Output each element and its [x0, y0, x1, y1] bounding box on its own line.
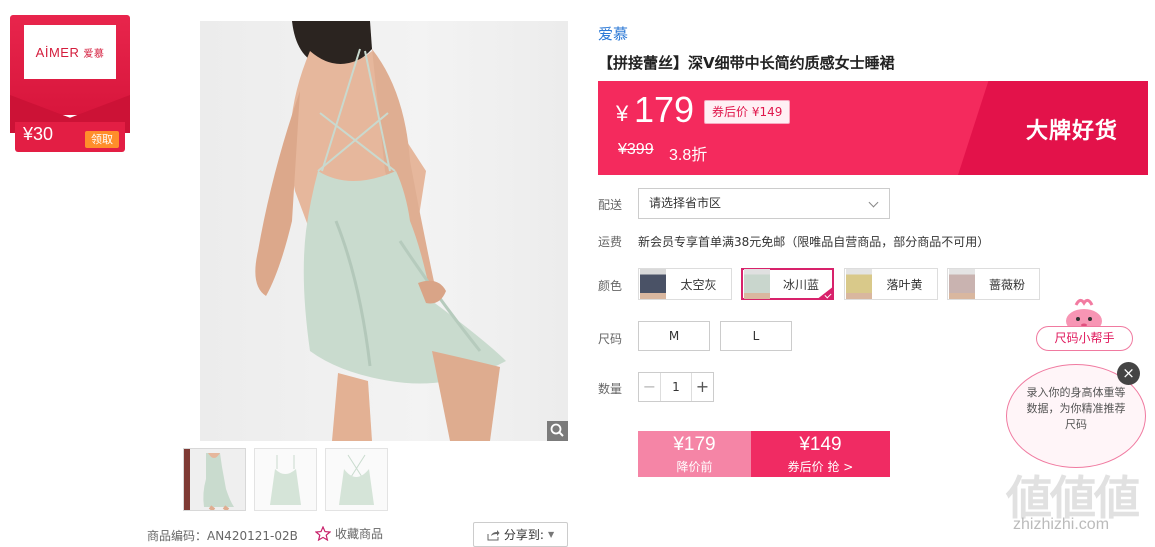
coupon-amount: ¥30	[23, 124, 54, 144]
buy-after-price: ¥149	[799, 434, 842, 455]
color-option-rose-pink[interactable]: 蔷薇粉	[947, 268, 1040, 300]
quantity-value[interactable]: 1	[661, 373, 691, 401]
quantity-label: 数量	[598, 382, 623, 396]
color-option-label: 太空灰	[680, 277, 717, 292]
original-price: ¥399	[618, 141, 654, 158]
current-price: 179	[634, 89, 695, 130]
quantity-decrease-button[interactable]: −	[639, 373, 661, 401]
zoom-button[interactable]	[547, 421, 568, 441]
favorite-button[interactable]: 收藏商品	[315, 525, 383, 542]
delivery-region-select[interactable]: 请选择省市区	[638, 188, 890, 219]
color-swatch	[640, 269, 666, 299]
thumbnail-image	[184, 449, 245, 512]
favorite-label: 收藏商品	[335, 527, 384, 541]
thumbnail-dress-back[interactable]	[325, 448, 388, 511]
share-dropdown[interactable]: 分享到: ▼	[473, 522, 568, 547]
thumbnail-model-back[interactable]	[183, 448, 246, 512]
color-option-glacier-blue[interactable]: 冰川蓝	[741, 268, 834, 300]
color-option-label: 冰川蓝	[782, 277, 819, 292]
color-option-space-gray[interactable]: 太空灰	[638, 268, 732, 300]
thumbnail-image	[255, 449, 316, 510]
size-option-l[interactable]: L	[720, 321, 792, 351]
buy-after-label: 券后价 抢 >	[787, 460, 854, 474]
promo-slogan: 大牌好货	[1025, 119, 1118, 144]
chevron-down-icon	[868, 197, 879, 208]
caret-down-icon: ▼	[547, 530, 555, 539]
size-label: 尺码	[598, 332, 623, 346]
coupon-ticket[interactable]: AİMER 爱慕 ¥30 领取	[10, 15, 130, 153]
watermark-url: zhizhizhi.com	[1013, 516, 1110, 533]
delivery-label: 配送	[598, 198, 623, 212]
color-option-leaf-yellow[interactable]: 落叶黄	[844, 268, 938, 300]
coupon-bottom: ¥30 领取	[15, 122, 125, 167]
star-icon	[315, 526, 331, 541]
quantity-increase-button[interactable]: +	[691, 373, 713, 401]
share-label: 分享到:	[503, 528, 544, 542]
brand-logo: AİMER 爱慕	[24, 25, 116, 79]
color-swatch	[846, 269, 872, 299]
shipping-info: 新会员专享首单满38元免邮（限唯品自营商品，部分商品不可用）	[638, 235, 990, 249]
product-title: 【拼接蕾丝】深V细带中长简约质感女士睡裙	[598, 54, 895, 72]
size-helper-tag[interactable]: 尺码小帮手	[1036, 326, 1133, 351]
discount-rate: 3.8折	[669, 147, 708, 164]
size-option-m[interactable]: M	[638, 321, 710, 351]
buy-with-coupon-button[interactable]: ¥149 券后价 抢 >	[751, 431, 890, 477]
color-option-label: 蔷薇粉	[988, 277, 1025, 292]
color-label: 颜色	[598, 279, 623, 293]
thumbnail-dress-front[interactable]	[254, 448, 317, 511]
thumbnail-image	[326, 449, 387, 510]
price-band: ¥ 179 券后价 ¥149 ¥399 3.8折 大牌好货	[598, 81, 1148, 175]
color-swatch	[949, 269, 975, 299]
brand-link[interactable]: 爱慕	[598, 23, 628, 44]
magnifier-icon	[550, 423, 564, 437]
buy-original-price-button[interactable]: ¥179 降价前	[638, 431, 751, 477]
price-currency: ¥	[616, 101, 629, 126]
main-product-image[interactable]	[200, 21, 568, 441]
share-icon	[487, 529, 500, 540]
shipping-label: 运费	[598, 235, 623, 249]
close-icon[interactable]: ×	[1117, 362, 1140, 385]
coupon-price-badge: 券后价 ¥149	[704, 100, 791, 124]
delivery-placeholder: 请选择省市区	[649, 196, 722, 210]
brand-logo-cn: 爱慕	[83, 48, 105, 60]
quantity-stepper: − 1 +	[638, 372, 714, 402]
product-photo	[255, 21, 506, 441]
buy-before-price: ¥179	[673, 434, 716, 455]
color-swatch	[744, 269, 770, 299]
brand-logo-text: AİMER	[35, 44, 80, 60]
product-sku: 商品编码：AN420121-02B	[147, 529, 298, 543]
color-option-label: 落叶黄	[886, 277, 923, 292]
buy-before-label: 降价前	[676, 460, 713, 474]
claim-coupon-button[interactable]: 领取	[85, 131, 119, 148]
